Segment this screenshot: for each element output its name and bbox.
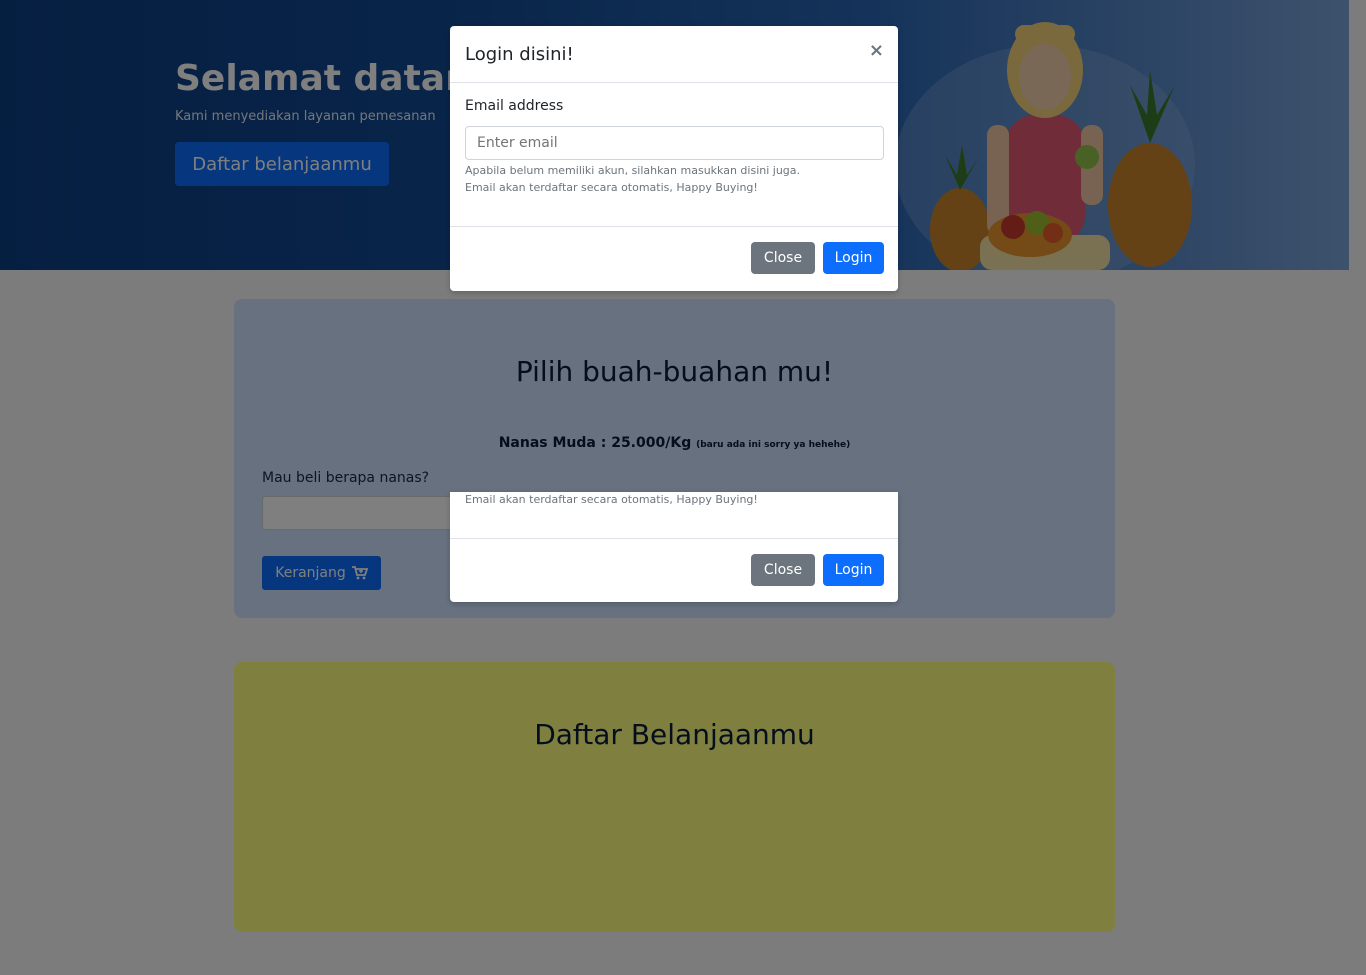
footer-divider	[450, 538, 898, 539]
modal-header: Login disini! ×	[450, 26, 898, 83]
email-field[interactable]	[465, 126, 884, 160]
close-button[interactable]: Close	[751, 554, 815, 586]
email-label: Email address	[465, 98, 564, 114]
email-help-text: Email akan terdaftar secara otomatis, Ha…	[465, 181, 758, 194]
close-icon[interactable]: ×	[869, 40, 884, 61]
email-help-text: Email akan terdaftar secara otomatis, Ha…	[465, 493, 758, 506]
email-help-text: Apabila belum memiliki akun, silahkan ma…	[465, 164, 801, 177]
login-button[interactable]: Login	[823, 242, 884, 274]
login-button[interactable]: Login	[823, 554, 884, 586]
modal-title: Login disini!	[465, 44, 574, 65]
footer-divider	[450, 226, 898, 227]
login-modal: Login disini! × Email address Apabila be…	[450, 26, 898, 291]
login-modal-ghost: Email akan terdaftar secara otomatis, Ha…	[450, 492, 898, 602]
close-button[interactable]: Close	[751, 242, 815, 274]
